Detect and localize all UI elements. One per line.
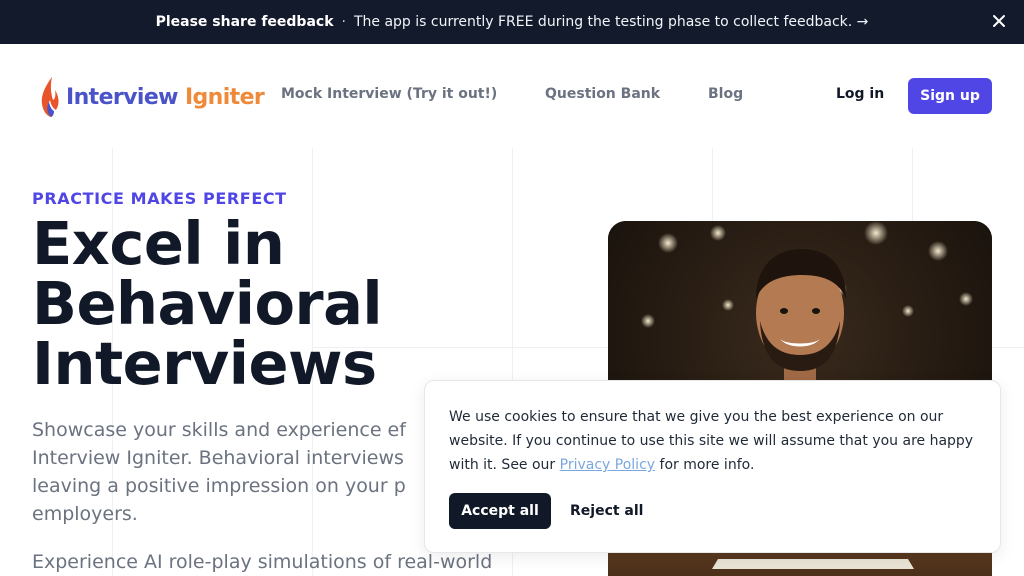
cookie-actions: Accept all Reject all (449, 493, 643, 529)
cookie-consent-dialog: We use cookies to ensure that we give yo… (424, 380, 1001, 553)
flame-icon (41, 77, 59, 117)
nav-blog[interactable]: Blog (708, 86, 743, 102)
hero-title-line: Behavioral (32, 269, 383, 338)
banner-title: Please share feedback (155, 14, 334, 30)
logo-word-igniter: Igniter (184, 84, 265, 110)
logo[interactable]: Interview Igniter (40, 76, 265, 118)
login-link[interactable]: Log in (836, 86, 884, 102)
feedback-banner[interactable]: Please share feedback · The app is curre… (0, 0, 1024, 44)
nav-question-bank[interactable]: Question Bank (545, 86, 660, 102)
hero-subdescription: Experience AI role-play simulations of r… (32, 551, 493, 573)
hero-title: Excel in Behavioral Interviews (32, 214, 552, 394)
signup-button[interactable]: Sign up (908, 78, 992, 114)
banner-separator: · (341, 14, 346, 30)
cookie-message: We use cookies to ensure that we give yo… (449, 405, 976, 477)
nav-mock-interview[interactable]: Mock Interview (Try it out!) (281, 86, 497, 102)
hero-eyebrow: PRACTICE MAKES PERFECT (32, 189, 287, 208)
logo-word-interview: Interview (66, 84, 178, 110)
reject-all-button[interactable]: Reject all (570, 503, 643, 519)
close-icon[interactable] (990, 12, 1008, 30)
banner-message[interactable]: The app is currently FREE during the tes… (354, 14, 868, 30)
hero-title-line: Excel in (32, 209, 285, 278)
logo-wordmark: Interview Igniter (66, 84, 265, 110)
site-header: Interview Igniter Mock Interview (Try it… (0, 44, 1024, 148)
accept-all-button[interactable]: Accept all (449, 493, 551, 529)
cookie-message-suffix: for more info. (655, 457, 755, 473)
privacy-policy-link[interactable]: Privacy Policy (560, 457, 655, 473)
